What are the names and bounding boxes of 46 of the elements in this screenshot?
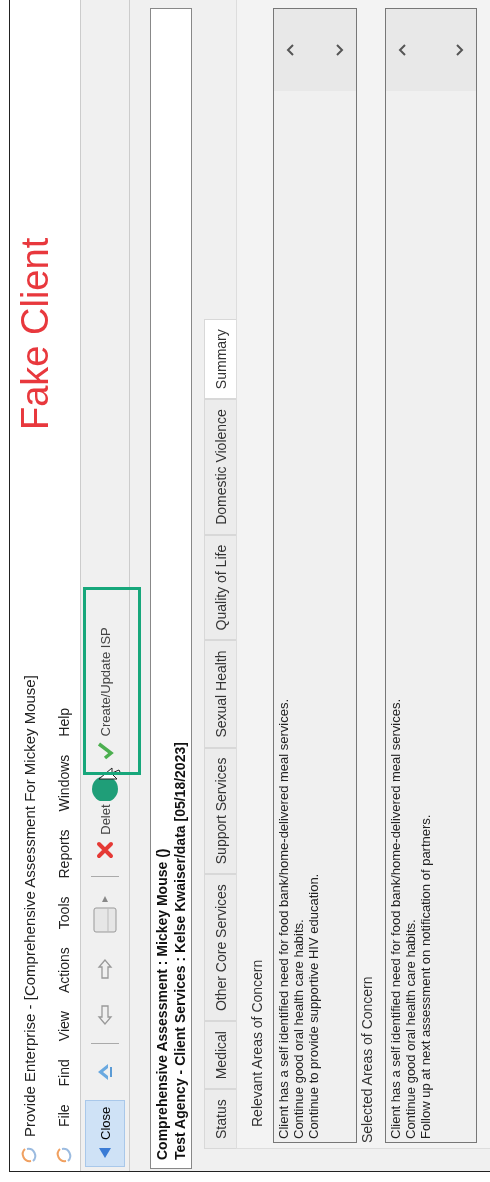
tab[interactable]: Support Services: [204, 747, 236, 875]
left-arrow-icon[interactable]: [97, 1003, 113, 1026]
header-line: Test Agency - Client Services : Kelse Kwaiser/data [05/18/2023]: [171, 741, 189, 1160]
menu-item[interactable]: Windows: [56, 754, 72, 812]
app-logo-icon: [19, 1145, 39, 1165]
scroll-bar[interactable]: [386, 9, 476, 91]
close-button[interactable]: Close: [85, 1099, 125, 1167]
menu-item[interactable]: Actions: [56, 947, 72, 994]
back-triangle-icon: [98, 1146, 112, 1160]
scroll-up-icon[interactable]: [398, 44, 406, 56]
right-arrow-icon[interactable]: [97, 957, 113, 980]
scroll-down-icon[interactable]: [336, 44, 344, 56]
list-line: Continue good oral health care habits.: [291, 918, 306, 1139]
text-list-box[interactable]: Client has a self identified need for food bank/home-delivered meal services. Continue good oral health care habits. Continue to provide supportive HIV education.: [273, 8, 357, 1143]
menu-item[interactable]: Find: [56, 1059, 72, 1087]
list-line: Client has a self identified need for food bank/home-delivered meal services.: [276, 697, 291, 1139]
menu-item[interactable]: Help: [56, 707, 72, 737]
window-title: Provide Enterprise - [Comprehensive Assessment For Mickey Mouse]: [20, 675, 38, 1137]
list-line: Follow up at next assessment on notification of partners.: [418, 813, 433, 1139]
scroll-up-icon[interactable]: [286, 44, 294, 56]
scroll-down-icon[interactable]: [456, 44, 464, 56]
menu-item[interactable]: Reports: [56, 829, 72, 879]
tab[interactable]: Medical: [204, 1021, 236, 1090]
menu-item[interactable]: Tools: [56, 896, 72, 930]
tab[interactable]: Other Core Services: [204, 874, 236, 1022]
list-line: Client has a self identified need for food bank/home-delivered meal services.: [388, 697, 403, 1139]
list-line: Continue to provide supportive HIV education.: [306, 872, 321, 1139]
section-label: Selected Areas of Concern: [359, 975, 375, 1143]
tab[interactable]: Summary: [204, 319, 236, 400]
scroll-bar[interactable]: [274, 9, 356, 91]
annotation-label: Fake Client: [14, 237, 57, 430]
text-list-box[interactable]: Client has a self identified need for food bank/home-delivered meal services. Continue good oral health care habits. Follow up at next assessment on notification of partners.: [385, 8, 477, 1143]
delete-x-icon: [96, 840, 114, 859]
delete-button[interactable]: Delet: [85, 797, 125, 866]
document-logo-icon: [54, 1145, 74, 1165]
section-label: Relevant Areas of Concern: [249, 958, 265, 1127]
header-line: Comprehensive Assessment : Mickey Mouse (): [153, 847, 171, 1160]
menu-item[interactable]: File: [56, 1104, 72, 1127]
tab[interactable]: Quality of Life: [204, 534, 236, 641]
create-update-isp-button[interactable]: Create/Update ISP: [85, 620, 125, 768]
tab[interactable]: Sexual Health: [204, 640, 236, 748]
list-line: Continue good oral health care habits.: [403, 918, 418, 1139]
tab[interactable]: Status: [204, 1089, 236, 1149]
checkmark-icon: [96, 742, 114, 761]
menu-item[interactable]: View: [56, 1011, 72, 1042]
tab[interactable]: Domestic Violence: [204, 399, 236, 535]
